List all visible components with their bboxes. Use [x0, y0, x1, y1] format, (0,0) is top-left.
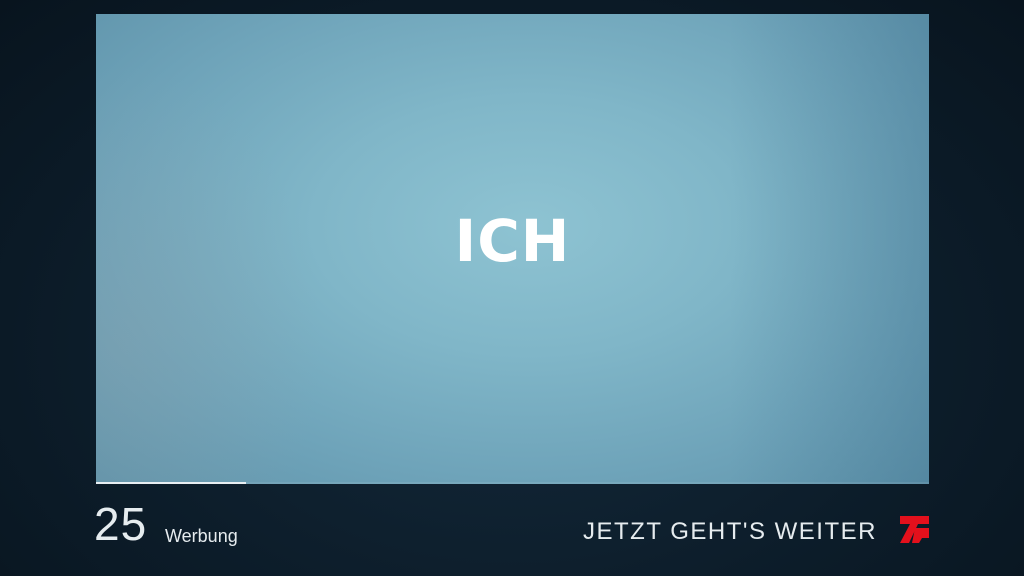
video-player[interactable]: ICH [96, 14, 929, 484]
ad-progress-fill [96, 482, 246, 484]
ad-label: Werbung [165, 526, 238, 546]
ad-countdown: 25 [94, 498, 148, 550]
prosieben-logo-icon [898, 512, 932, 546]
ad-progress-bar [96, 482, 929, 484]
video-overlay-text: ICH [454, 207, 571, 275]
continue-message: JETZT GEHT'S WEITER [583, 518, 877, 545]
tv-screen: ICH 25 Werbung JETZT GEHT'S WEITER [0, 0, 1024, 576]
